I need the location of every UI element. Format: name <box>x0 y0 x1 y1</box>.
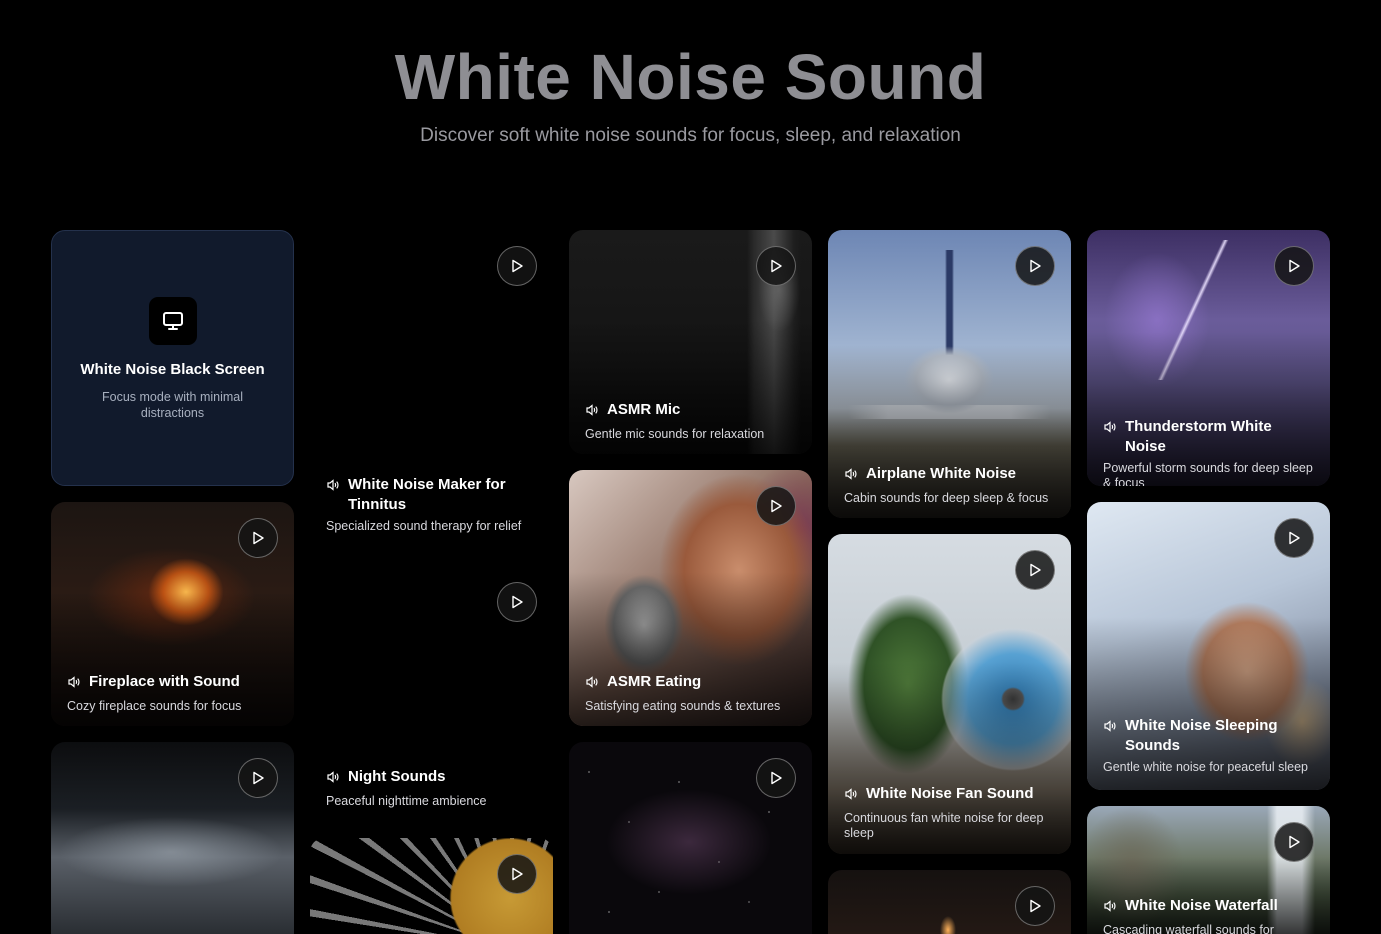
play-button[interactable] <box>1015 246 1055 286</box>
speaker-icon <box>844 467 858 487</box>
card-description: Satisfying eating sounds & textures <box>585 699 781 713</box>
card-title: ASMR Mic <box>607 401 681 418</box>
play-icon <box>512 595 523 609</box>
play-button[interactable] <box>1274 518 1314 558</box>
card-asmr-eating[interactable]: ASMR Eating Satisfying eating sounds & t… <box>569 470 812 726</box>
card-night-sounds[interactable]: Night Sounds Peaceful nighttime ambience <box>310 566 553 822</box>
play-button[interactable] <box>1015 550 1055 590</box>
card-sleeping-sounds[interactable]: White Noise Sleeping Sounds Gentle white… <box>1087 502 1330 790</box>
play-button[interactable] <box>1015 886 1055 926</box>
card-night-sky[interactable] <box>569 742 812 934</box>
play-button[interactable] <box>238 758 278 798</box>
play-button[interactable] <box>238 518 278 558</box>
card-asmr-mic[interactable]: ASMR Mic Gentle mic sounds for relaxatio… <box>569 230 812 454</box>
play-button[interactable] <box>497 246 537 286</box>
speaker-icon <box>67 675 81 695</box>
card-description: Specialized sound therapy for relief <box>326 519 522 533</box>
card-fan[interactable] <box>310 838 553 934</box>
speaker-icon <box>1103 420 1117 440</box>
card-candle[interactable] <box>828 870 1071 934</box>
card-title: Fireplace with Sound <box>89 673 240 690</box>
card-description: Focus mode with minimal distractions <box>101 390 243 420</box>
play-button[interactable] <box>756 246 796 286</box>
card-description: Continuous fan white noise for deep slee… <box>844 811 1044 840</box>
play-icon <box>1289 259 1300 273</box>
play-button[interactable] <box>497 582 537 622</box>
card-description: Cascading waterfall sounds for <box>1103 923 1274 934</box>
play-button[interactable] <box>756 486 796 526</box>
play-icon <box>1030 899 1041 913</box>
play-icon <box>1030 259 1041 273</box>
play-icon <box>1030 563 1041 577</box>
card-title: White Noise Waterfall <box>1125 897 1278 914</box>
card-title: White Noise Maker for Tinnitus <box>348 476 506 513</box>
card-title: ASMR Eating <box>607 673 702 690</box>
card-fireplace[interactable]: Fireplace with Sound Cozy fireplace soun… <box>51 502 294 726</box>
play-icon <box>771 259 782 273</box>
card-description: Peaceful nighttime ambience <box>326 794 487 808</box>
speaker-icon <box>1103 719 1117 739</box>
card-title: White Noise Fan Sound <box>866 785 1034 802</box>
play-icon <box>1289 835 1300 849</box>
speaker-icon <box>326 478 340 498</box>
card-waterfall[interactable]: White Noise Waterfall Cascading waterfal… <box>1087 806 1330 934</box>
card-description: Powerful storm sounds for deep sleep & f… <box>1103 461 1313 486</box>
card-description: Cozy fireplace sounds for focus <box>67 699 242 713</box>
card-thunderstorm[interactable]: Thunderstorm White Noise Powerful storm … <box>1087 230 1330 486</box>
speaker-icon <box>844 787 858 807</box>
page-subtitle: Discover soft white noise sounds for foc… <box>420 125 961 146</box>
speaker-icon <box>1103 899 1117 919</box>
card-tinnitus[interactable]: White Noise Maker for Tinnitus Specializ… <box>310 230 553 550</box>
play-icon <box>253 531 264 545</box>
card-airplane[interactable]: Airplane White Noise Cabin sounds for de… <box>828 230 1071 518</box>
play-button[interactable] <box>1274 822 1314 862</box>
play-icon <box>771 499 782 513</box>
card-title: Night Sounds <box>348 768 446 785</box>
card-fan-sound[interactable]: White Noise Fan Sound Continuous fan whi… <box>828 534 1071 854</box>
play-icon <box>512 259 523 273</box>
play-button[interactable] <box>497 854 537 894</box>
play-icon <box>253 771 264 785</box>
card-description: Cabin sounds for deep sleep & focus <box>844 491 1049 505</box>
card-description: Gentle white noise for peaceful sleep <box>1103 760 1308 774</box>
play-button[interactable] <box>756 758 796 798</box>
card-title: Thunderstorm White Noise <box>1125 418 1272 455</box>
monitor-icon <box>149 297 197 345</box>
card-title: Airplane White Noise <box>866 465 1017 482</box>
play-button[interactable] <box>1274 246 1314 286</box>
card-title: White Noise Sleeping Sounds <box>1125 717 1278 754</box>
page-title: White Noise Sound <box>394 41 987 113</box>
card-title: White Noise Black Screen <box>80 361 265 378</box>
speaker-icon <box>585 675 599 695</box>
play-icon <box>512 867 523 881</box>
play-icon <box>1289 531 1300 545</box>
play-icon <box>771 771 782 785</box>
speaker-icon <box>585 403 599 423</box>
card-description: Gentle mic sounds for relaxation <box>585 427 765 441</box>
card-black-screen[interactable]: White Noise Black Screen Focus mode with… <box>51 230 294 486</box>
speaker-icon <box>326 770 340 790</box>
card-rain[interactable] <box>51 742 294 934</box>
